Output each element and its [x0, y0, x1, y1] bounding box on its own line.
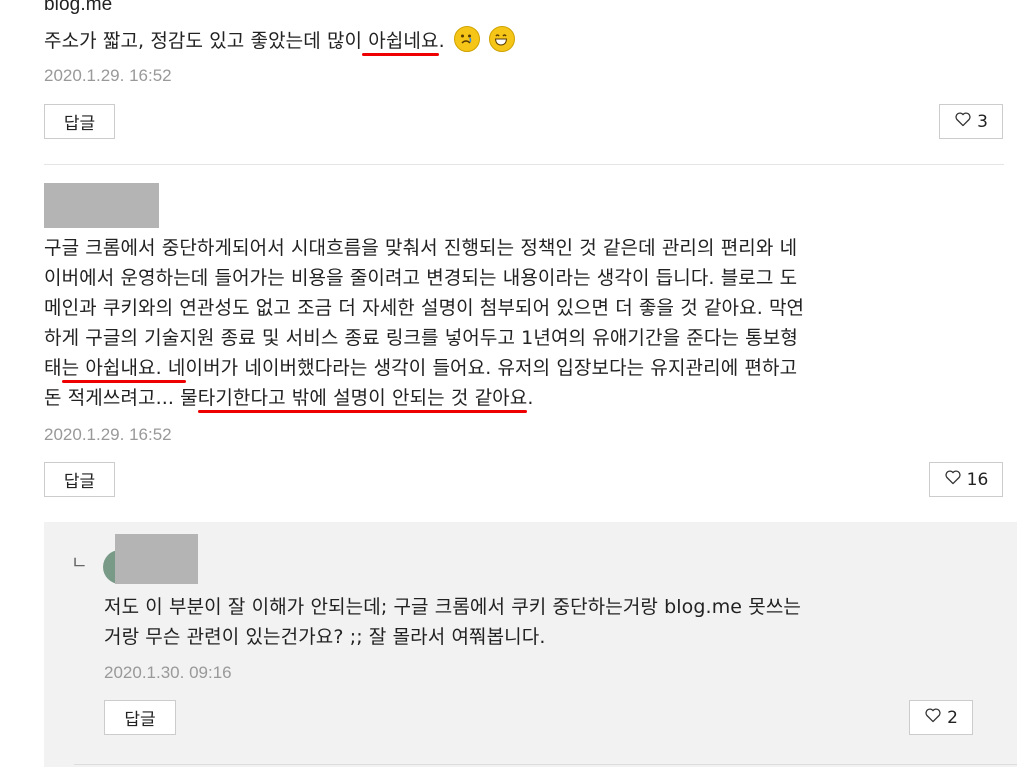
comment-1-cut-text: blog.me [44, 0, 113, 15]
comment-2-line: 메인과 쿠키와의 연관성도 없고 조금 더 자세한 설명이 첨부되어 있으면 더… [44, 297, 805, 319]
comment-2-date: 2020.1.29. 16:52 [44, 425, 172, 444]
comment-2-text: 구글 크롬에서 중단하게되어서 시대흐름을 맞춰서 진행되는 정책인 것 같은데… [44, 233, 1004, 413]
sad-face-icon [453, 26, 480, 52]
comment-1-underlined: 아쉽네요 [362, 30, 439, 52]
comment-2-line: 돈 적게쓰려고... 물타기한다고 밖에 설명이 안되는 것 같아요. [44, 383, 1004, 413]
grinning-face-icon [489, 26, 516, 52]
comment-1-date: 2020.1.29. 16:52 [44, 66, 172, 85]
comment-1-like-count: 3 [977, 111, 988, 132]
reply-like-count: 2 [947, 707, 958, 728]
comment-2-line: 이버에서 운영하는데 들어가는 비용을 줄이려고 변경되는 내용이라는 생각이 … [44, 267, 798, 289]
comment-1-text: 주소가 짧고, 정감도 있고 좋았는데 많이 아쉽네요. [44, 26, 516, 56]
comment-1-text-b: . [438, 30, 445, 52]
comment-2-like-count: 16 [966, 469, 989, 490]
comment-2-line6-b: . [527, 387, 534, 409]
comment-1-reply-button[interactable]: 답글 [44, 104, 115, 139]
reply-text: 저도 이 부분이 잘 이해가 안되는데; 구글 크롬에서 쿠키 중단하는거랑 b… [104, 592, 1004, 652]
heart-icon [954, 111, 972, 132]
heart-icon [924, 707, 942, 728]
comment-2-line: 구글 크롬에서 중단하게되어서 시대흐름을 맞춰서 진행되는 정책인 것 같은데… [44, 237, 798, 259]
comment-1-text-a: 주소가 짧고, 정감도 있고 좋았는데 많이 [44, 30, 363, 52]
comment-2-line: 하게 구글의 기술지원 종료 및 서비스 종료 링크를 넣어두고 1년여의 유애… [44, 327, 798, 349]
reply-reply-button[interactable]: 답글 [104, 700, 176, 735]
reply-line: 거랑 무슨 관련이 있는건가요? ;; 잘 몰라서 여쭤봅니다. [104, 626, 546, 648]
blurred-reply-author-name [115, 534, 198, 584]
comment-2-underlined-1: 는 아쉽내요. 네 [61, 357, 186, 379]
reply-separator [74, 764, 1017, 765]
reply-container: ㄴ 저도 이 부분이 잘 이해가 안되는데; 구글 크롬에서 쿠키 중단하는거랑… [44, 522, 1017, 767]
comment-2-line6-a: 돈 적게쓰려고... 물 [44, 387, 198, 409]
comment-2-like-button[interactable]: 16 [929, 462, 1003, 497]
comment-2-reply-button[interactable]: 답글 [44, 462, 115, 497]
comment-2-underlined-2: 타기한다고 밖에 설명이 안되는 것 같아요 [197, 387, 528, 409]
separator [44, 164, 1004, 165]
comment-2-line5-a: 태 [44, 357, 62, 379]
comment-2-line: 태는 아쉽내요. 네이버가 네이버했다라는 생각이 들어요. 유저의 입장보다는… [44, 353, 1004, 383]
heart-icon [944, 469, 962, 490]
reply-line: 저도 이 부분이 잘 이해가 안되는데; 구글 크롬에서 쿠키 중단하는거랑 b… [104, 596, 801, 618]
comment-1-like-button[interactable]: 3 [939, 104, 1003, 139]
blurred-author-name [44, 183, 159, 228]
reply-arrow: ㄴ [71, 553, 88, 574]
reply-date: 2020.1.30. 09:16 [104, 663, 232, 682]
comment-2-line5-b: 이버가 네이버했다라는 생각이 들어요. 유저의 입장보다는 유지관리에 편하고 [185, 357, 798, 379]
reply-like-button[interactable]: 2 [909, 700, 973, 735]
